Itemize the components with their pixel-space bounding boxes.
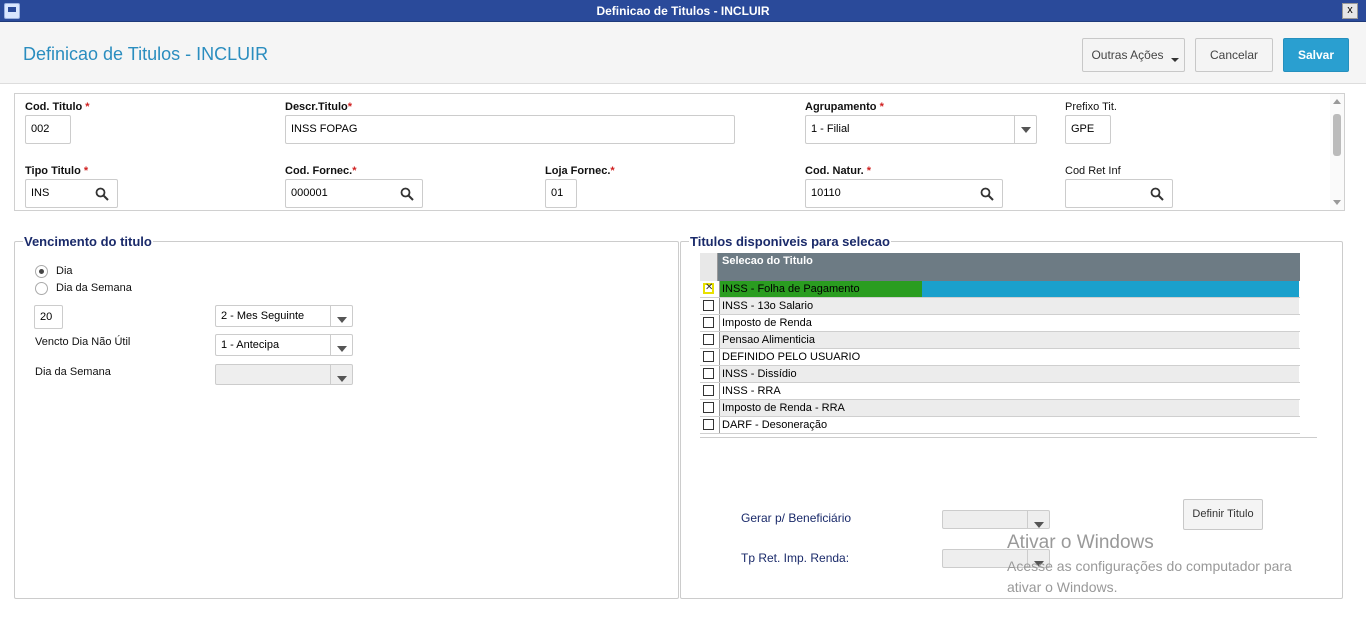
tipo-titulo-value: INS (31, 187, 50, 199)
table-row[interactable]: INSS - RRA (700, 383, 1300, 400)
row-label: Imposto de Renda (719, 315, 1299, 331)
outras-acoes-button[interactable]: Outras Ações (1082, 38, 1185, 72)
gerar-beneficiario-label: Gerar p/ Beneficiário (741, 511, 852, 525)
loja-fornec-label: Loja Fornec.* (545, 165, 615, 177)
row-label: Pensao Alimenticia (719, 332, 1299, 348)
row-label: INSS - 13o Salario (719, 298, 1299, 314)
row-label: INSS - Folha de Pagamento (722, 283, 860, 295)
dia-input[interactable]: 20 (34, 305, 63, 329)
tipo-titulo-input[interactable]: INS (25, 179, 118, 208)
agrupamento-value: 1 - Filial (811, 123, 850, 135)
close-window-button[interactable]: x (1342, 3, 1358, 19)
form-scrollbar[interactable] (1330, 94, 1344, 210)
cod-ret-inf-label: Cod Ret Inf (1065, 165, 1121, 177)
cancel-button[interactable]: Cancelar (1195, 38, 1273, 72)
form-panel: Cod. Titulo * 002 Descr.Titulo* INSS FOP… (14, 93, 1345, 211)
table-row[interactable]: Pensao Alimenticia (700, 332, 1300, 349)
chevron-down-icon[interactable] (330, 306, 352, 326)
cod-natur-input[interactable]: 10110 (805, 179, 1003, 208)
row-checkbox[interactable] (703, 368, 714, 379)
vencto-select[interactable]: 1 - Antecipa (215, 334, 353, 356)
descr-titulo-input[interactable]: INSS FOPAG (285, 115, 735, 144)
definir-titulo-button[interactable]: Definir Titulo (1183, 499, 1263, 530)
row-checkbox[interactable] (703, 419, 714, 430)
cod-fornec-input[interactable]: 000001 (285, 179, 423, 208)
radio-dia-semana-label: Dia da Semana (56, 282, 132, 294)
row-checkbox[interactable] (703, 402, 714, 413)
activation-watermark-title: Ativar o Windows (1007, 532, 1154, 553)
row-label: DEFINIDO PELO USUARIO (719, 349, 1299, 365)
row-label: INSS - RRA (719, 383, 1299, 399)
table-row[interactable]: DEFINIDO PELO USUARIO (700, 349, 1300, 366)
cod-fornec-value: 000001 (291, 187, 328, 199)
row-label: Imposto de Renda - RRA (719, 400, 1299, 416)
row-checkbox[interactable] (703, 282, 714, 294)
outras-acoes-label: Outras Ações (1091, 48, 1164, 62)
descr-titulo-label: Descr.Titulo* (285, 101, 353, 113)
chevron-down-icon (1171, 58, 1179, 62)
table-row[interactable]: Imposto de Renda - RRA (700, 400, 1300, 417)
search-icon[interactable] (400, 187, 414, 201)
cod-titulo-label: Cod. Titulo * (25, 101, 90, 113)
column-header-selecao[interactable]: Selecao do Titulo (722, 255, 813, 267)
cod-natur-label: Cod. Natur. * (805, 165, 872, 177)
row-label: INSS - Dissídio (719, 366, 1299, 382)
loja-fornec-input[interactable]: 01 (545, 179, 577, 208)
row-checkbox[interactable] (703, 385, 714, 396)
table-row[interactable]: INSS - Dissídio (700, 366, 1300, 383)
grid-header-corner (700, 253, 718, 281)
radio-dia-semana[interactable] (35, 282, 48, 295)
chevron-down-icon[interactable] (330, 335, 352, 355)
table-row[interactable]: Imposto de Renda (700, 315, 1300, 332)
save-button[interactable]: Salvar (1283, 38, 1349, 72)
row-checkbox[interactable] (703, 300, 714, 311)
scroll-thumb[interactable] (1333, 114, 1341, 156)
page-title: Definicao de Titulos - INCLUIR (23, 44, 269, 64)
search-icon[interactable] (1150, 187, 1164, 201)
cod-titulo-input[interactable]: 002 (25, 115, 71, 144)
row-checkbox[interactable] (703, 334, 714, 345)
tp-ret-label: Tp Ret. Imp. Renda: (741, 551, 850, 565)
agrupamento-select[interactable]: 1 - Filial (805, 115, 1037, 144)
row-cell: INSS - Folha de Pagamento (719, 281, 1299, 297)
scroll-up-icon[interactable] (1333, 99, 1341, 104)
page-header: Definicao de Titulos - INCLUIR Outras Aç… (0, 22, 1366, 84)
radio-dia-label: Dia (56, 265, 73, 277)
chevron-down-icon[interactable] (1027, 511, 1049, 528)
dia-semana-select[interactable] (215, 364, 353, 385)
tipo-titulo-label: Tipo Titulo * (25, 165, 89, 177)
vencimento-legend: Vencimento do titulo (24, 234, 152, 249)
titulos-grid: Selecao do Titulo INSS - Folha de Pagame… (700, 253, 1317, 438)
mes-select-value: 2 - Mes Seguinte (221, 310, 305, 322)
cod-fornec-label: Cod. Fornec.* (285, 165, 357, 177)
activation-watermark-text: Acesse as configurações do computador pa… (1007, 558, 1292, 595)
chevron-down-icon[interactable] (330, 365, 352, 384)
dia-semana-label: Dia da Semana (35, 366, 111, 378)
cod-natur-value: 10110 (811, 187, 841, 199)
table-row[interactable]: INSS - 13o Salario (700, 298, 1300, 315)
gerar-beneficiario-select[interactable] (942, 510, 1050, 529)
search-icon[interactable] (980, 187, 994, 201)
radio-dia[interactable] (35, 265, 48, 278)
window-titlebar: Definicao de Titulos - INCLUIR x (0, 0, 1366, 22)
vencto-select-value: 1 - Antecipa (221, 339, 280, 351)
table-row[interactable]: INSS - Folha de Pagamento (700, 281, 1300, 298)
grid-header: Selecao do Titulo (700, 253, 1300, 281)
search-icon[interactable] (95, 187, 109, 201)
window-title: Definicao de Titulos - INCLUIR (596, 4, 770, 18)
table-row[interactable]: DARF - Desoneração (700, 417, 1300, 434)
scroll-down-icon[interactable] (1333, 200, 1341, 205)
mes-select[interactable]: 2 - Mes Seguinte (215, 305, 353, 327)
titulos-legend: Titulos disponiveis para selecao (690, 234, 890, 249)
row-label: DARF - Desoneração (719, 417, 1299, 433)
row-checkbox[interactable] (703, 317, 714, 328)
vencto-label: Vencto Dia Não Útil (35, 336, 131, 348)
prefixo-tit-input[interactable]: GPE (1065, 115, 1111, 144)
prefixo-tit-label: Prefixo Tit. (1065, 101, 1117, 113)
cod-ret-inf-input[interactable] (1065, 179, 1173, 208)
row-checkbox[interactable] (703, 351, 714, 362)
agrupamento-label: Agrupamento * (805, 101, 884, 113)
chevron-down-icon[interactable] (1014, 116, 1036, 143)
